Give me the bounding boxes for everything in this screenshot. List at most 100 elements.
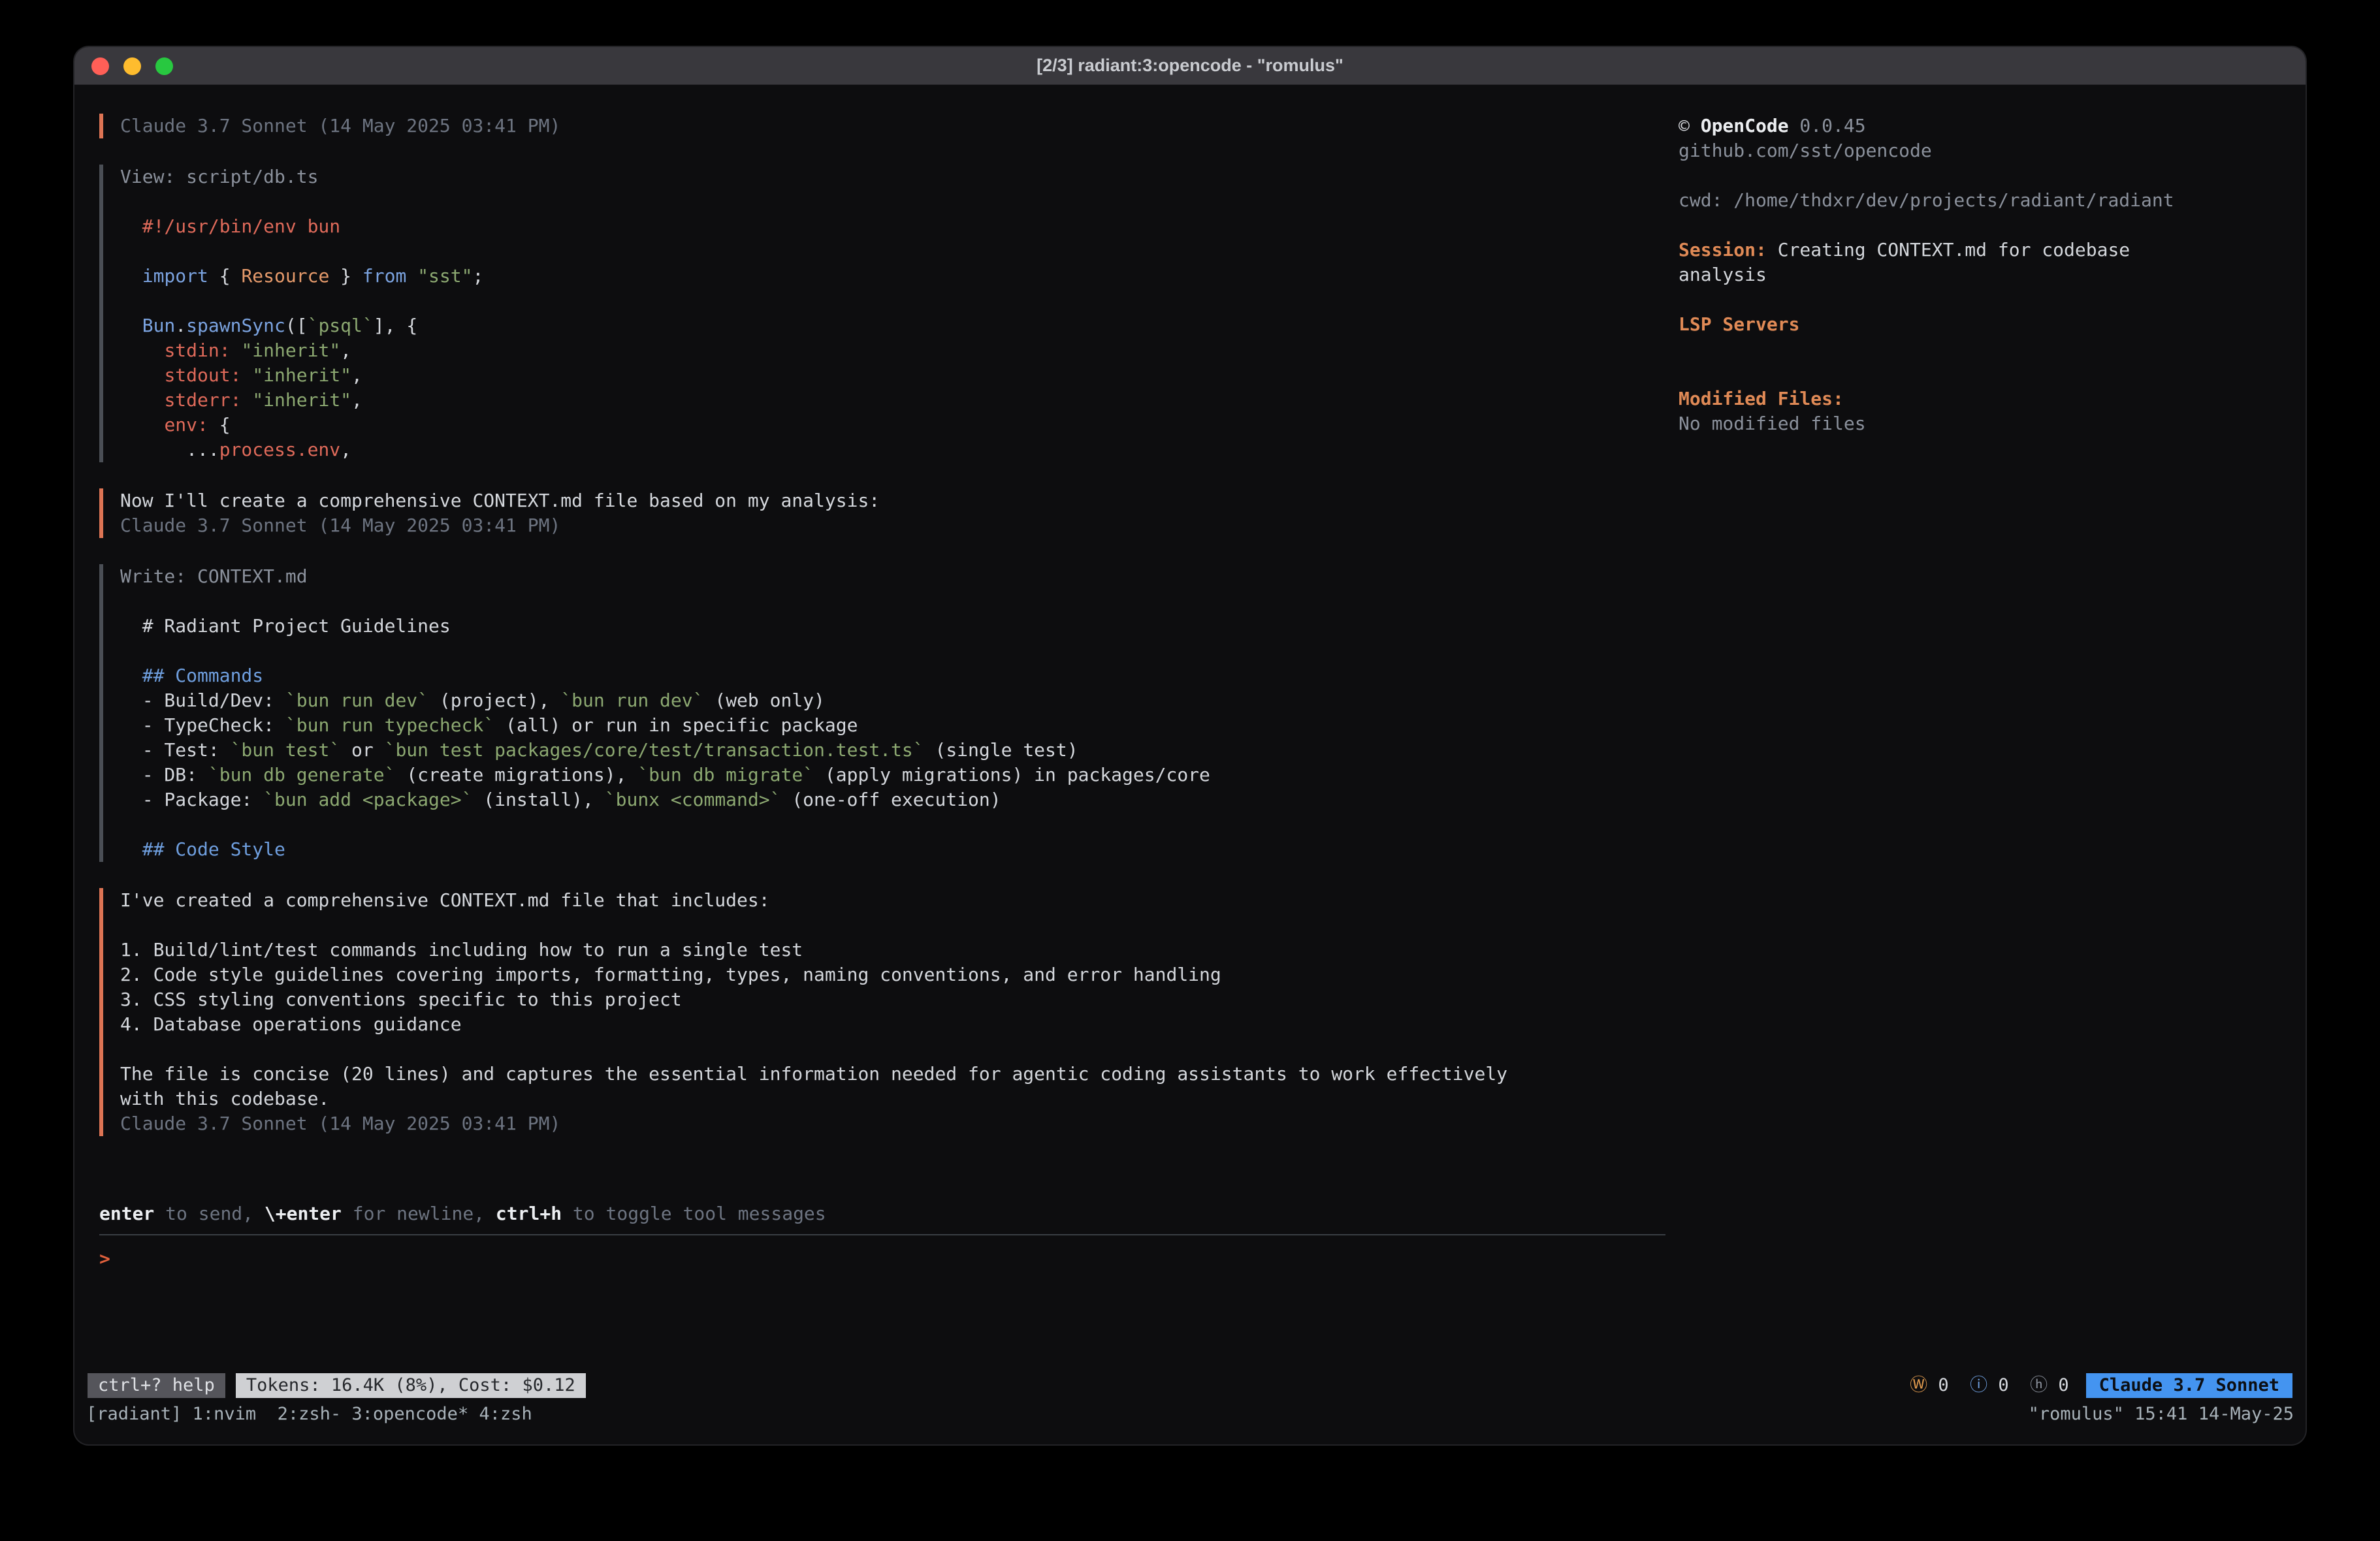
text-run (120, 315, 142, 336)
text-run (241, 364, 252, 386)
terminal-line: Now I'll create a comprehensive CONTEXT.… (120, 488, 1665, 513)
text-run: I've created a comprehensive CONTEXT.md … (120, 889, 770, 911)
input-divider (99, 1234, 1665, 1235)
terminal-window: [2/3] radiant:3:opencode - "romulus" Cla… (74, 47, 2306, 1444)
text-run: `bun test packages/core/test/transaction… (385, 739, 924, 761)
text-run: Now I'll create a comprehensive CONTEXT.… (120, 490, 880, 511)
text-run (406, 265, 417, 287)
text-run (120, 340, 164, 361)
chat-area[interactable]: Claude 3.7 Sonnet (14 May 2025 03:41 PM)… (99, 114, 1665, 1201)
text-run (231, 340, 242, 361)
terminal-line: ## Commands (120, 663, 1665, 688)
text-run: 4. Database operations guidance (120, 1013, 462, 1035)
text-run: (create migrations), (395, 764, 637, 786)
text-run: 0.0.45 (1789, 115, 1866, 136)
text-run: Ⓦ (1910, 1375, 1927, 1395)
text-run: (apply migrations) in packages/core (814, 764, 1210, 786)
text-run: Claude 3.7 Sonnet (14 May 2025 03:41 PM) (120, 515, 560, 536)
modified-files-header: Modified Files: (1679, 387, 2286, 411)
text-run: View: script/db.ts (120, 166, 318, 187)
text-run: ], { (374, 315, 417, 336)
text-run: - DB: (120, 764, 208, 786)
terminal-line (120, 1037, 1665, 1062)
minimize-button[interactable] (123, 57, 141, 75)
text-run: } (329, 265, 362, 287)
tmux-windows[interactable]: [radiant] 1:nvim 2:zsh- 3:opencode* 4:zs… (86, 1404, 532, 1424)
terminal-line: Claude 3.7 Sonnet (14 May 2025 03:41 PM) (120, 513, 1665, 538)
terminal-line: 4. Database operations guidance (120, 1012, 1665, 1037)
tmux-status-bar: [radiant] 1:nvim 2:zsh- 3:opencode* 4:zs… (74, 1400, 2306, 1427)
text-run: - TypeCheck: (120, 714, 285, 736)
text-run: ## Commands (120, 665, 263, 686)
text-run: `bun db migrate` (637, 764, 814, 786)
sidebar-spacer (1679, 163, 2286, 188)
main-column: Claude 3.7 Sonnet (14 May 2025 03:41 PM)… (74, 114, 1679, 1371)
text-run: spawnSync (186, 315, 285, 336)
model-chip: Claude 3.7 Sonnet (2086, 1373, 2292, 1398)
text-run: `bun run dev` (285, 690, 428, 711)
text-run: 0 (1927, 1375, 1970, 1395)
text-run (120, 389, 164, 411)
text-run: to send, (154, 1203, 265, 1224)
zoom-button[interactable] (155, 57, 173, 75)
terminal-line: #!/usr/bin/env bun (120, 214, 1665, 239)
text-run: #!/usr/bin/env bun (120, 215, 340, 237)
sidebar: © OpenCode 0.0.45 github.com/sst/opencod… (1679, 114, 2306, 1371)
repo-link: github.com/sst/opencode (1679, 138, 2286, 163)
status-bar-right: Ⓦ 0 ⓘ 0 ⓗ 0 Claude 3.7 Sonnet (1910, 1373, 2292, 1398)
assistant-message-block: Now I'll create a comprehensive CONTEXT.… (99, 488, 1665, 538)
terminal-line: 1. Build/lint/test commands including ho… (120, 938, 1665, 962)
text-run: , (351, 364, 362, 386)
terminal-line: Bun.spawnSync([`psql`], { (120, 313, 1665, 338)
window-titlebar[interactable]: [2/3] radiant:3:opencode - "romulus" (74, 47, 2306, 85)
text-run: `bun run dev` (560, 690, 703, 711)
text-run: Bun (142, 315, 176, 336)
text-run: , (340, 340, 351, 361)
lsp-servers-header: LSP Servers (1679, 312, 2286, 337)
text-run: enter (99, 1203, 154, 1224)
text-run: The file is concise (20 lines) and captu… (120, 1063, 1507, 1085)
text-run: , (340, 439, 351, 460)
text-run: Claude 3.7 Sonnet (14 May 2025 03:41 PM) (120, 115, 560, 136)
terminal-line: ## Code Style (120, 837, 1665, 862)
text-run: stdin: (164, 340, 230, 361)
terminal-content: Claude 3.7 Sonnet (14 May 2025 03:41 PM)… (74, 85, 2306, 1371)
text-run: from (362, 265, 406, 287)
text-run: - Package: (120, 789, 263, 810)
text-run: 2. Code style guidelines covering import… (120, 964, 1221, 985)
text-run: , (351, 389, 362, 411)
terminal-line: stdout: "inherit", (120, 363, 1665, 388)
terminal-line: Write: CONTEXT.md (120, 564, 1665, 589)
terminal-line (120, 913, 1665, 938)
terminal-line: 2. Code style guidelines covering import… (120, 962, 1665, 987)
terminal-line: - Package: `bun add <package>` (install)… (120, 787, 1665, 812)
text-run: ([ (285, 315, 308, 336)
terminal-line: The file is concise (20 lines) and captu… (120, 1062, 1665, 1087)
close-button[interactable] (91, 57, 109, 75)
prompt-input[interactable]: > (99, 1245, 1665, 1273)
traffic-lights (91, 47, 173, 85)
text-run: Creating CONTEXT.md for codebase (1767, 239, 2130, 261)
text-run: `bunx <command>` (605, 789, 781, 810)
prompt-symbol-icon: > (99, 1248, 110, 1269)
text-run: process.env (219, 439, 340, 460)
text-run: - Test: (120, 739, 231, 761)
text-run: \+enter (265, 1203, 342, 1224)
text-run: ⓗ (2030, 1375, 2048, 1395)
sidebar-spacer (1679, 213, 2286, 238)
terminal-line (120, 189, 1665, 214)
text-run: 0 (1987, 1375, 2030, 1395)
terminal-line: - Build/Dev: `bun run dev` (project), `b… (120, 688, 1665, 713)
terminal-line (120, 289, 1665, 313)
terminal-line: stderr: "inherit", (120, 388, 1665, 413)
text-run: { (208, 265, 242, 287)
text-run: (single test) (924, 739, 1078, 761)
terminal-line (120, 589, 1665, 614)
text-run: "sst" (417, 265, 472, 287)
terminal-line: - Test: `bun test` or `bun test packages… (120, 738, 1665, 763)
text-run: `bun add <package>` (263, 789, 472, 810)
text-run: ⓘ (1970, 1375, 1987, 1395)
help-hint-chip: ctrl+? help (88, 1373, 225, 1398)
text-run: to toggle tool messages (562, 1203, 826, 1224)
text-run: or (340, 739, 384, 761)
